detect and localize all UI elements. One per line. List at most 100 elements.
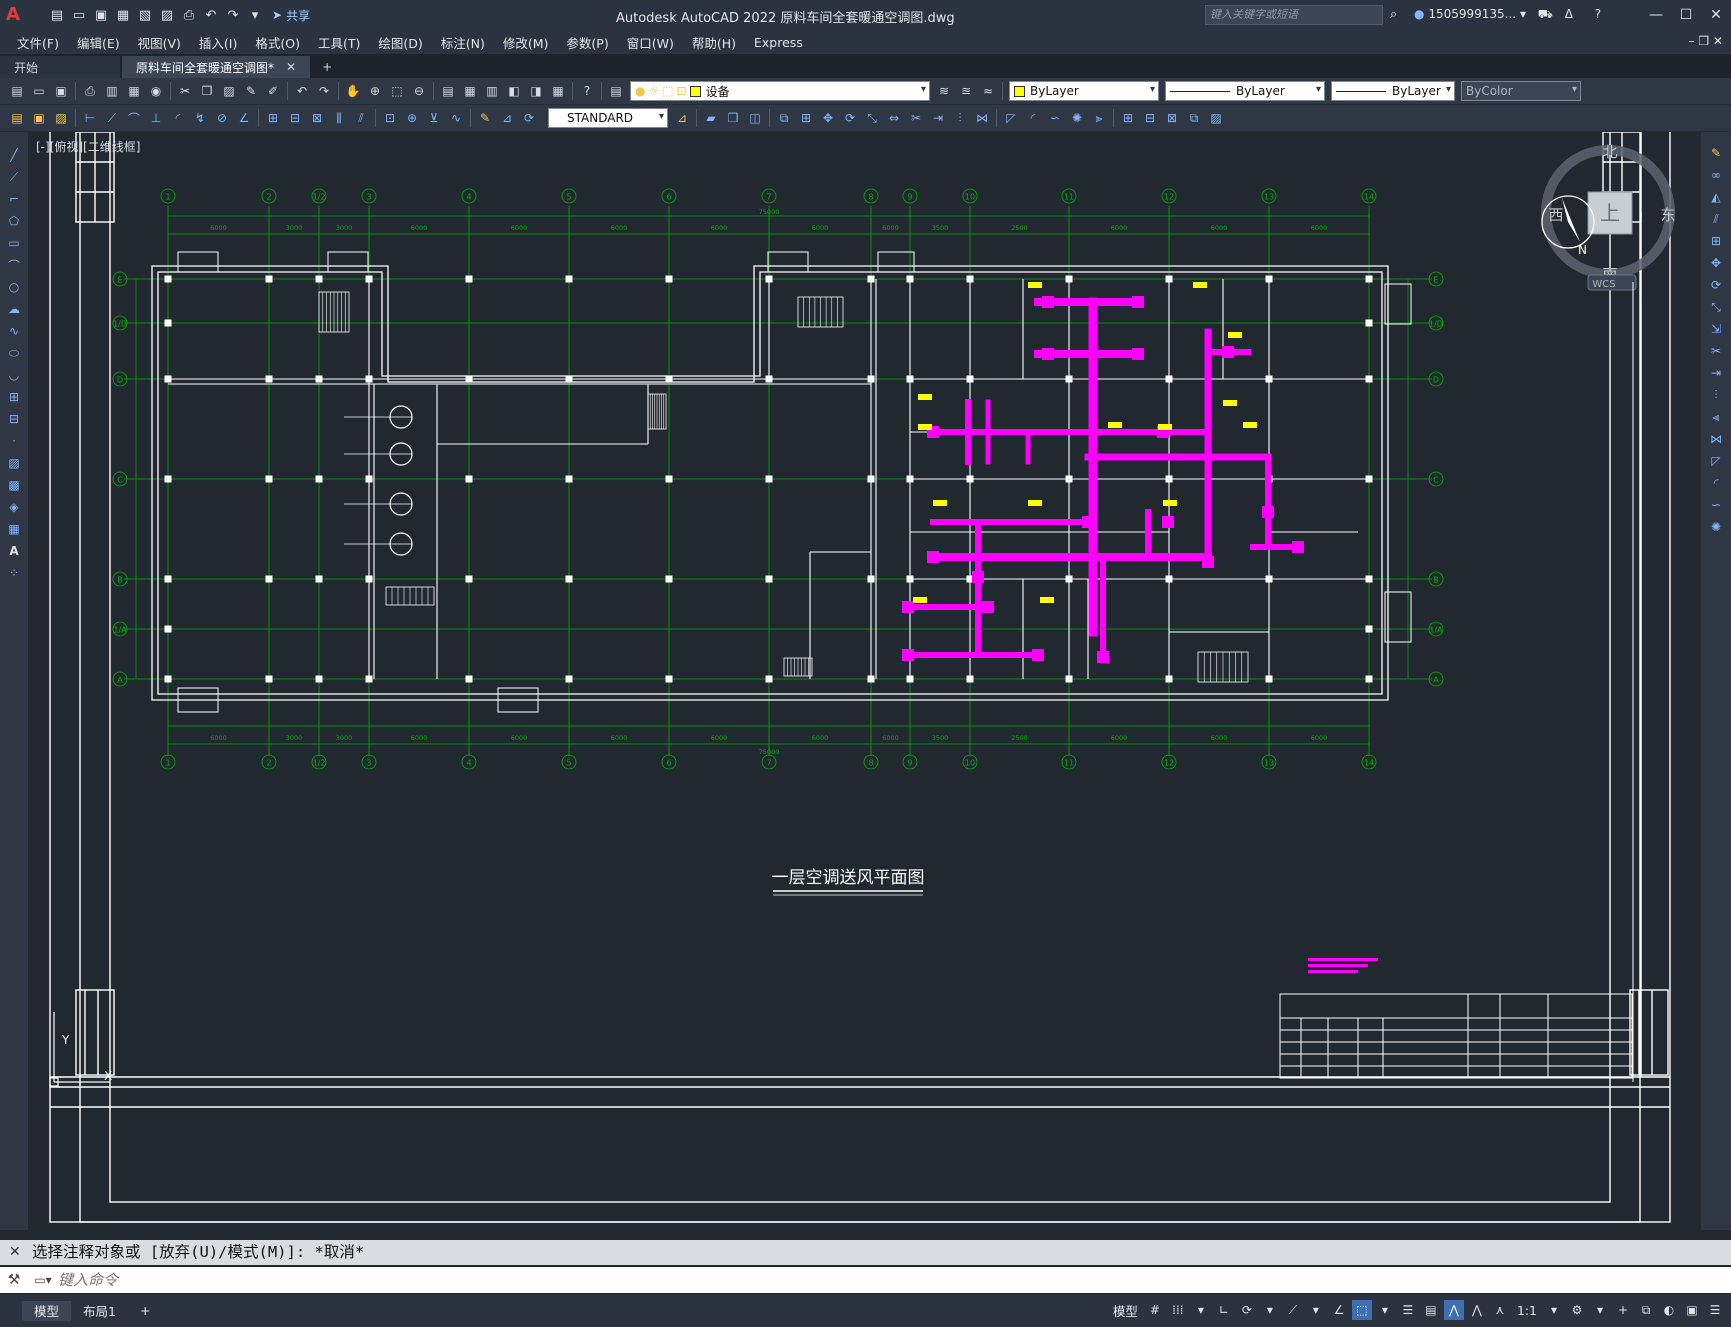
make-block-icon[interactable]: ⊟ xyxy=(4,409,24,429)
menu-parametric[interactable]: 参数(P) xyxy=(566,33,608,52)
doc-window-controls[interactable]: – ❐ ✕ xyxy=(1689,34,1723,48)
trim-icon[interactable]: ✂ xyxy=(1706,341,1726,361)
save-as-icon[interactable]: ▦ xyxy=(114,6,132,24)
menu-draw[interactable]: 绘图(D) xyxy=(378,33,422,52)
close-tab-icon[interactable]: ✕ xyxy=(286,60,296,74)
menu-help[interactable]: 帮助(H) xyxy=(692,33,736,52)
3d-print-icon[interactable]: ◉ xyxy=(146,81,166,101)
help-icon[interactable]: ? xyxy=(577,81,597,101)
ungroup-icon[interactable]: ▨ xyxy=(51,108,71,128)
match-properties-icon[interactable]: ✎ xyxy=(241,81,261,101)
menu-express[interactable]: Express xyxy=(754,35,803,50)
offset-icon[interactable]: ⧉ xyxy=(774,108,794,128)
draw-order-icon[interactable]: ▤ xyxy=(7,108,27,128)
plot-icon[interactable]: ⎙ xyxy=(180,6,198,24)
isolate-objects-icon[interactable]: ◐ xyxy=(1659,1300,1679,1320)
new-tab-button[interactable]: + xyxy=(312,56,342,78)
zoom-window-icon[interactable]: ⬚ xyxy=(387,81,407,101)
model-space-button[interactable]: 模型 xyxy=(1109,1301,1142,1320)
arc-icon[interactable]: ⌒ xyxy=(4,255,24,275)
erase-icon[interactable]: ▰ xyxy=(701,108,721,128)
chevron-down-icon[interactable]: ▾ xyxy=(1191,1300,1211,1320)
fillet-icon[interactable]: ◜ xyxy=(1023,108,1043,128)
save-web-icon[interactable]: ▨ xyxy=(158,6,176,24)
chevron-down-icon[interactable]: ▾ xyxy=(1544,1300,1564,1320)
dimension-style-icon[interactable]: ⊿ xyxy=(672,108,692,128)
group-icon[interactable]: ▣ xyxy=(29,108,49,128)
plus-icon[interactable]: + xyxy=(1613,1300,1633,1320)
close-command-icon[interactable]: ✕ xyxy=(9,1240,21,1265)
wrench-icon[interactable]: ⚒ xyxy=(0,1272,28,1288)
array-icon[interactable]: ⊞ xyxy=(1706,231,1726,251)
layer-properties-icon[interactable]: ▤ xyxy=(606,81,626,101)
copy-icon[interactable]: ❐ xyxy=(197,81,217,101)
recent-commands-icon[interactable]: ▭▾ xyxy=(28,1273,58,1287)
snap-icon[interactable]: ⁞⁞⁞ xyxy=(1168,1300,1188,1320)
dimension-text-edit-icon[interactable]: ⊿ xyxy=(497,108,517,128)
inspection-icon[interactable]: ⊻ xyxy=(424,108,444,128)
move-icon[interactable]: ✥ xyxy=(1706,253,1726,273)
ortho-icon[interactable]: ∟ xyxy=(1214,1300,1234,1320)
erase-icon[interactable]: ✎ xyxy=(1706,143,1726,163)
ellipse-icon[interactable]: ⬭ xyxy=(4,343,24,363)
new-file-icon[interactable]: ▤ xyxy=(48,6,66,24)
sheet-set-icon[interactable]: ◧ xyxy=(504,81,524,101)
offset-icon[interactable]: ⫽ xyxy=(1706,209,1726,229)
hardware-acceleration-icon[interactable]: ⧉ xyxy=(1636,1300,1656,1320)
linetype-dropdown[interactable]: ByLayer ▾ xyxy=(1165,81,1325,101)
grid-icon[interactable]: # xyxy=(1145,1300,1165,1320)
explode-icon[interactable]: ✺ xyxy=(1067,108,1087,128)
hatch-icon[interactable]: ▨ xyxy=(4,453,24,473)
table-icon[interactable]: ▦ xyxy=(4,519,24,539)
angular-dimension-icon[interactable]: ∠ xyxy=(234,108,254,128)
block-editor-icon[interactable]: ✐ xyxy=(263,81,283,101)
menu-format[interactable]: 格式(O) xyxy=(255,33,300,52)
polygon-icon[interactable]: ⬠ xyxy=(4,211,24,231)
mirror-icon[interactable]: ◭ xyxy=(1706,187,1726,207)
cart-icon[interactable]: ⛟ xyxy=(1538,7,1553,21)
break-at-point-icon[interactable]: ⫶ xyxy=(1706,385,1726,405)
customization-icon[interactable]: ☰ xyxy=(1705,1300,1725,1320)
stretch-icon[interactable]: ⇲ xyxy=(1706,319,1726,339)
line-icon[interactable]: ╱ xyxy=(4,145,24,165)
rotate-icon[interactable]: ⟳ xyxy=(840,108,860,128)
pan-icon[interactable]: ✋ xyxy=(343,81,363,101)
plotstyle-dropdown[interactable]: ByColor ▾ xyxy=(1461,81,1581,101)
gradient-icon[interactable]: ▩ xyxy=(4,475,24,495)
design-center-icon[interactable]: ▦ xyxy=(460,81,480,101)
radius-dimension-icon[interactable]: ◜ xyxy=(168,108,188,128)
xref-icon[interactable]: ⧉ xyxy=(1184,108,1204,128)
attribute-icon[interactable]: ⊠ xyxy=(1162,108,1182,128)
arc-length-icon[interactable]: ⌒ xyxy=(124,108,144,128)
viewport-controls[interactable]: [-][俯视][二维线框] xyxy=(36,138,140,155)
layer-state-icon[interactable]: ≈ xyxy=(978,81,998,101)
center-mark-icon[interactable]: ⊕ xyxy=(402,108,422,128)
redo-icon[interactable]: ↷ xyxy=(314,81,334,101)
properties-icon[interactable]: ▤ xyxy=(438,81,458,101)
revision-cloud-icon[interactable]: ☁ xyxy=(4,299,24,319)
jogged-dimension-icon[interactable]: ↯ xyxy=(190,108,210,128)
fillet-icon[interactable]: ◜ xyxy=(1706,473,1726,493)
cut-icon[interactable]: ✂ xyxy=(175,81,195,101)
chevron-down-icon[interactable]: ▾ xyxy=(1590,1300,1610,1320)
copy-object-icon[interactable]: ∞ xyxy=(1706,165,1726,185)
user-account[interactable]: ● 1505999135... ▾ ⛟ Δ ? xyxy=(1414,7,1601,23)
trim-icon[interactable]: ✂ xyxy=(906,108,926,128)
tool-palettes-icon[interactable]: ▥ xyxy=(482,81,502,101)
chevron-down-icon[interactable]: ▾ xyxy=(1375,1300,1395,1320)
align-icon[interactable]: ⫸ xyxy=(1089,108,1109,128)
redo-icon[interactable]: ↷ xyxy=(224,6,242,24)
menu-file[interactable]: 文件(F) xyxy=(17,33,59,52)
rectangle-icon[interactable]: ▭ xyxy=(4,233,24,253)
ordinate-dimension-icon[interactable]: ⊥ xyxy=(146,108,166,128)
command-input[interactable] xyxy=(58,1269,1731,1291)
menu-view[interactable]: 视图(V) xyxy=(138,33,181,52)
lineweight-icon[interactable]: ☰ xyxy=(1398,1300,1418,1320)
point-icon[interactable]: · xyxy=(4,431,24,451)
dimension-space-icon[interactable]: ⫼ xyxy=(329,108,349,128)
add-layout-button[interactable]: + xyxy=(128,1301,162,1321)
menu-tools[interactable]: 工具(T) xyxy=(318,33,360,52)
scale-icon[interactable]: ⤡ xyxy=(1706,297,1726,317)
circle-icon[interactable]: ○ xyxy=(4,277,24,297)
minimize-icon[interactable]: — xyxy=(1641,0,1671,30)
